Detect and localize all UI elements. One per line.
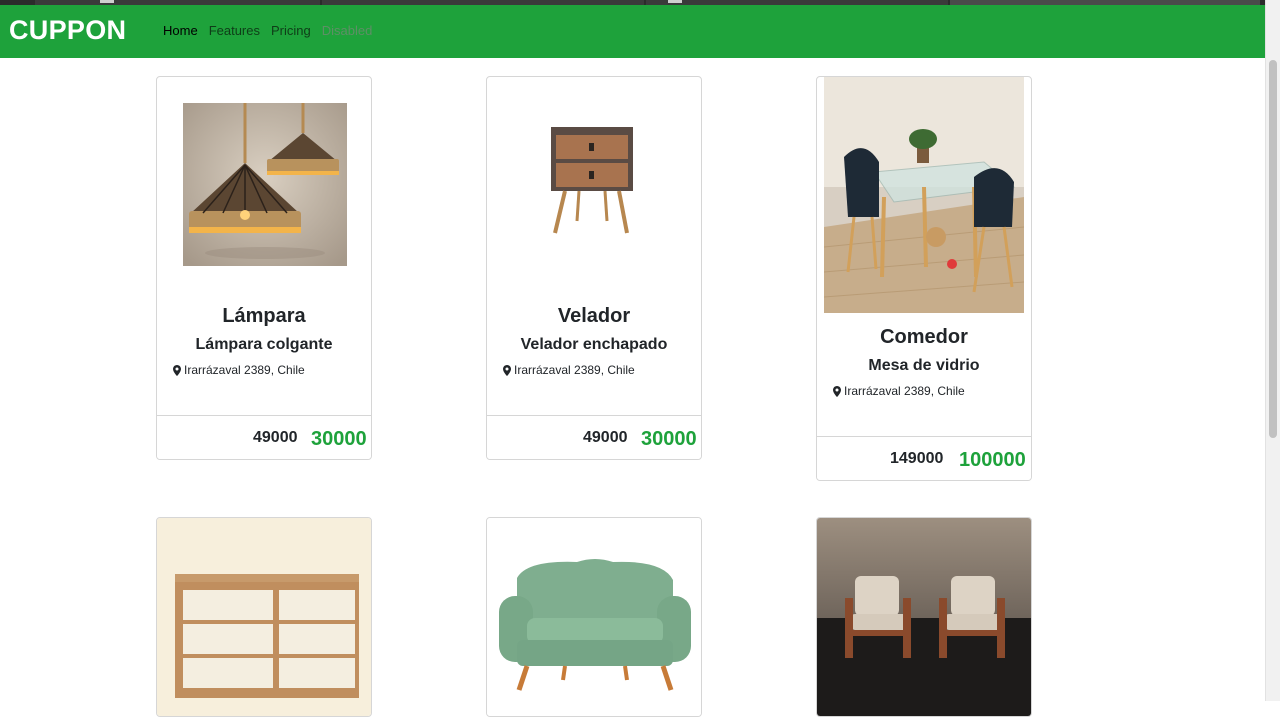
navbar: CUPPON Home Features Pricing Disabled xyxy=(0,5,1265,58)
product-location: Irarrázaval 2389, Chile xyxy=(833,384,965,398)
product-subtitle: Mesa de vidrio xyxy=(868,357,980,374)
tab-favicon-icon xyxy=(668,0,682,3)
product-title: Comedor xyxy=(880,326,968,348)
product-card[interactable]: Comedor Mesa de vidrio Irarrázaval 2389,… xyxy=(816,76,1032,481)
tab-favicon-icon xyxy=(100,0,114,3)
product-image-armchairs[interactable] xyxy=(817,518,1031,716)
product-subtitle: Velador enchapado xyxy=(520,336,668,353)
product-location: Irarrázaval 2389, Chile xyxy=(173,363,305,377)
product-image-dining-table[interactable] xyxy=(823,77,1025,318)
product-image-loveseat[interactable] xyxy=(487,518,701,716)
product-new-price: 30000 xyxy=(641,428,697,450)
product-subtitle: Lámpara colgante xyxy=(195,336,333,353)
product-old-price: 49000 xyxy=(253,429,298,446)
product-card[interactable]: Velador Velador enchapado Irarrázaval 23… xyxy=(486,76,702,460)
product-card[interactable]: Lámpara Lámpara colgante Irarrázaval 238… xyxy=(156,76,372,460)
brand-logo[interactable]: CUPPON xyxy=(9,15,126,46)
scrollbar-thumb[interactable] xyxy=(1269,60,1277,438)
product-price-footer: 149000 100000 xyxy=(817,436,1031,480)
map-marker-icon xyxy=(833,385,841,397)
product-image-lamp[interactable] xyxy=(183,103,347,271)
nav-links: Home Features Pricing Disabled xyxy=(163,23,372,38)
product-location-text: Irarrázaval 2389, Chile xyxy=(514,363,635,377)
product-location: Irarrázaval 2389, Chile xyxy=(503,363,635,377)
product-old-price: 149000 xyxy=(890,450,944,467)
product-title: Lámpara xyxy=(222,305,306,327)
product-image-nightstand[interactable] xyxy=(537,123,653,248)
product-image-dresser[interactable] xyxy=(157,518,371,716)
nav-link-home[interactable]: Home xyxy=(163,23,198,38)
product-card[interactable] xyxy=(156,517,372,717)
map-marker-icon xyxy=(503,364,511,376)
product-card[interactable] xyxy=(816,517,1032,717)
product-old-price: 49000 xyxy=(583,429,628,446)
product-new-price: 30000 xyxy=(311,428,367,450)
product-title: Velador xyxy=(557,305,631,327)
map-marker-icon xyxy=(173,364,181,376)
product-price-footer: 49000 30000 xyxy=(157,415,371,459)
product-price-footer: 49000 30000 xyxy=(487,415,701,459)
product-new-price: 100000 xyxy=(959,449,1026,471)
page-scrollbar[interactable] xyxy=(1265,0,1280,701)
nav-link-features[interactable]: Features xyxy=(209,23,260,38)
nav-link-pricing[interactable]: Pricing xyxy=(271,23,311,38)
nav-link-disabled: Disabled xyxy=(321,23,373,38)
product-card[interactable] xyxy=(486,517,702,717)
product-location-text: Irarrázaval 2389, Chile xyxy=(184,363,305,377)
product-location-text: Irarrázaval 2389, Chile xyxy=(844,384,965,398)
